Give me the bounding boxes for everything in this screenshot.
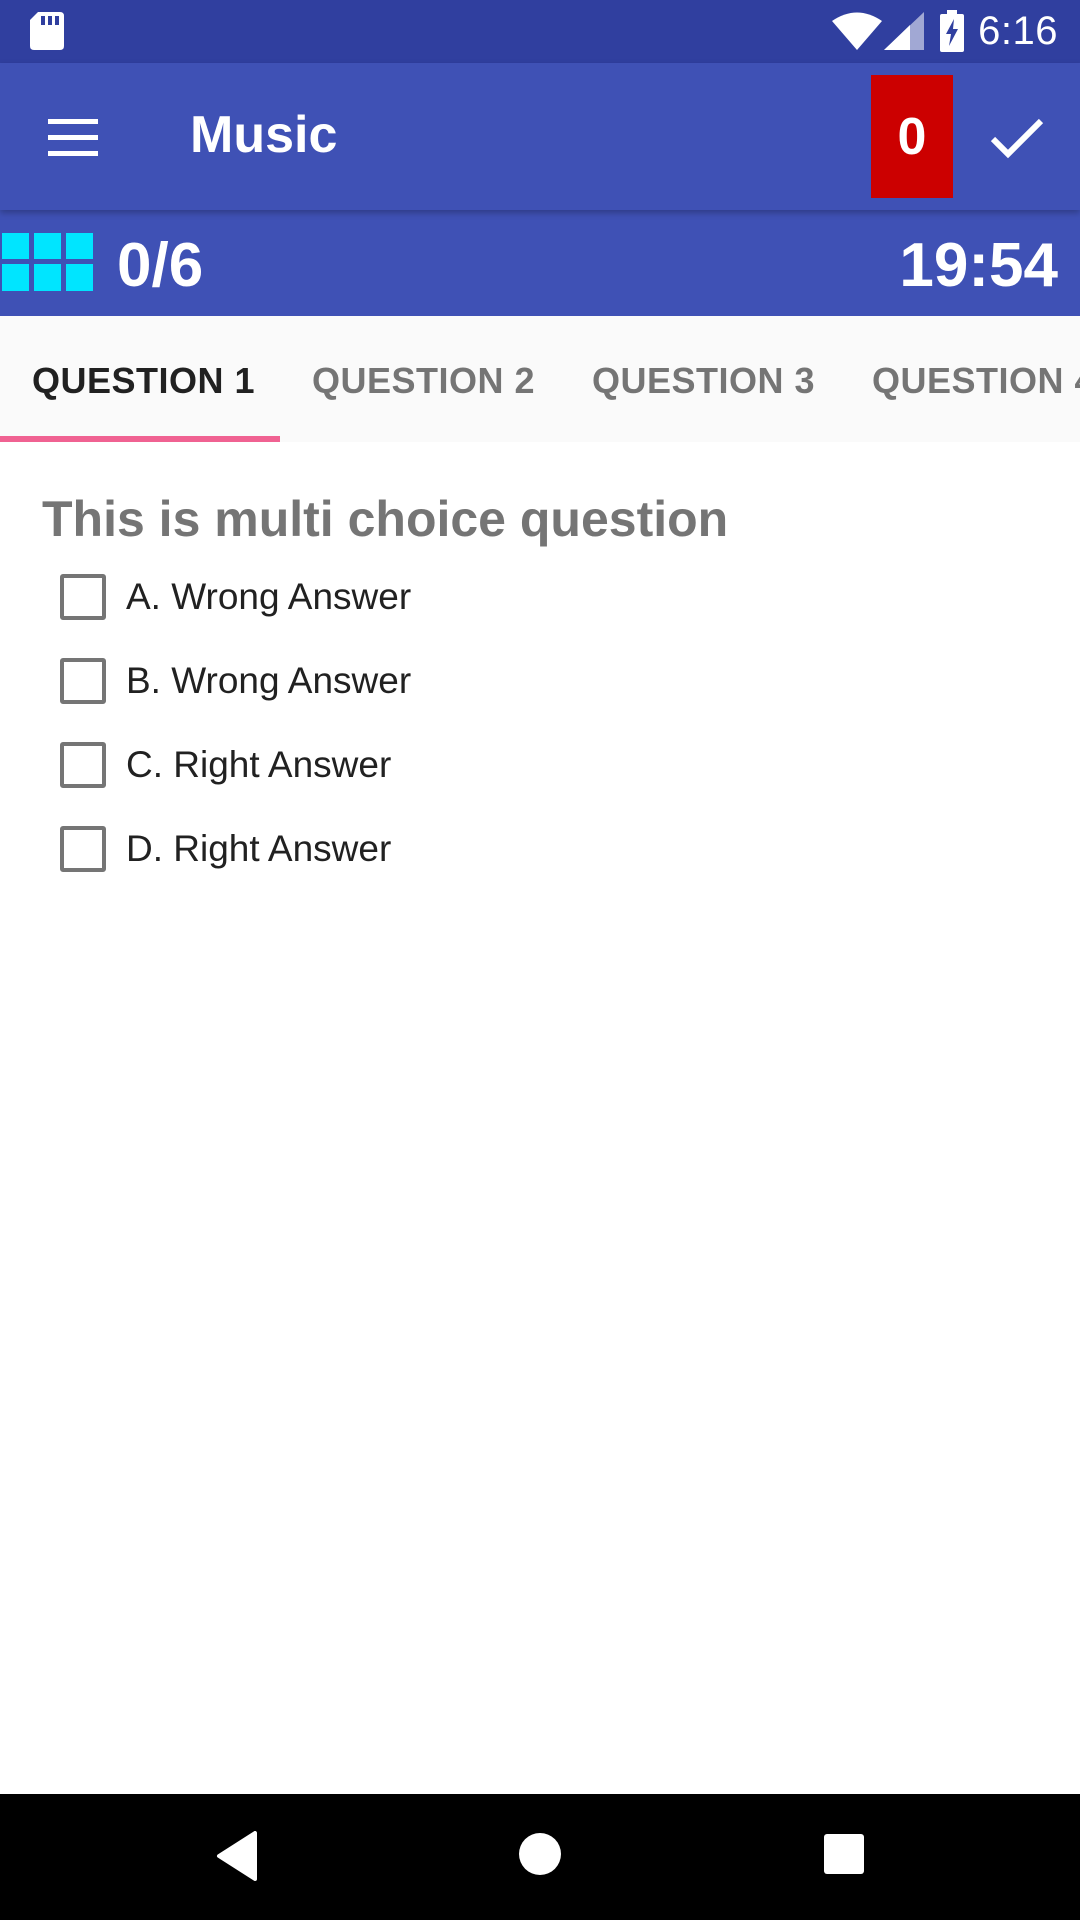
tab-question-2[interactable]: QUESTION 2 [312,360,535,402]
checkbox[interactable] [60,742,106,788]
option-label: A. Wrong Answer [126,576,412,617]
tab-question-1[interactable]: QUESTION 1 [32,360,255,402]
progress-bar: 0/6 19:54 [0,210,1080,316]
menu-icon [48,119,98,156]
option-b[interactable]: B. Wrong Answer [60,652,760,712]
checkbox[interactable] [60,574,106,620]
tab-question-4[interactable]: QUESTION 4 [872,360,1080,402]
page-title: Music [190,106,338,164]
submit-button[interactable] [985,105,1049,169]
answered-count: 0/6 [117,231,204,300]
wifi-icon [832,12,882,50]
navigation-bar [0,1794,1080,1920]
option-label: B. Wrong Answer [126,660,412,701]
score-badge[interactable]: 0 [871,75,953,198]
battery-charging-icon [940,10,964,52]
checkbox[interactable] [60,826,106,872]
timer: 19:54 [899,231,1058,300]
app-bar: Music 0 [0,63,1080,210]
question-tabs: QUESTION 1 QUESTION 2 QUESTION 3 QUESTIO… [0,316,1080,442]
recents-icon[interactable] [824,1834,864,1874]
status-time: 6:16 [978,9,1058,53]
home-icon[interactable] [518,1832,562,1876]
option-d[interactable]: D. Right Answer [60,820,760,880]
signal-icon [884,12,924,50]
check-icon [990,118,1044,159]
option-a[interactable]: A. Wrong Answer [60,568,760,628]
option-c[interactable]: C. Right Answer [60,736,760,796]
option-label: D. Right Answer [126,828,392,869]
tab-question-3[interactable]: QUESTION 3 [592,360,815,402]
checkbox[interactable] [60,658,106,704]
back-icon[interactable] [215,1831,259,1881]
tab-indicator [0,436,280,442]
menu-button[interactable] [38,105,108,169]
option-label: C. Right Answer [126,744,392,785]
grid-icon[interactable] [2,233,94,291]
question-text: This is multi choice question [42,491,729,547]
sd-card-icon [30,12,64,50]
status-bar: 6:16 [0,0,1080,63]
